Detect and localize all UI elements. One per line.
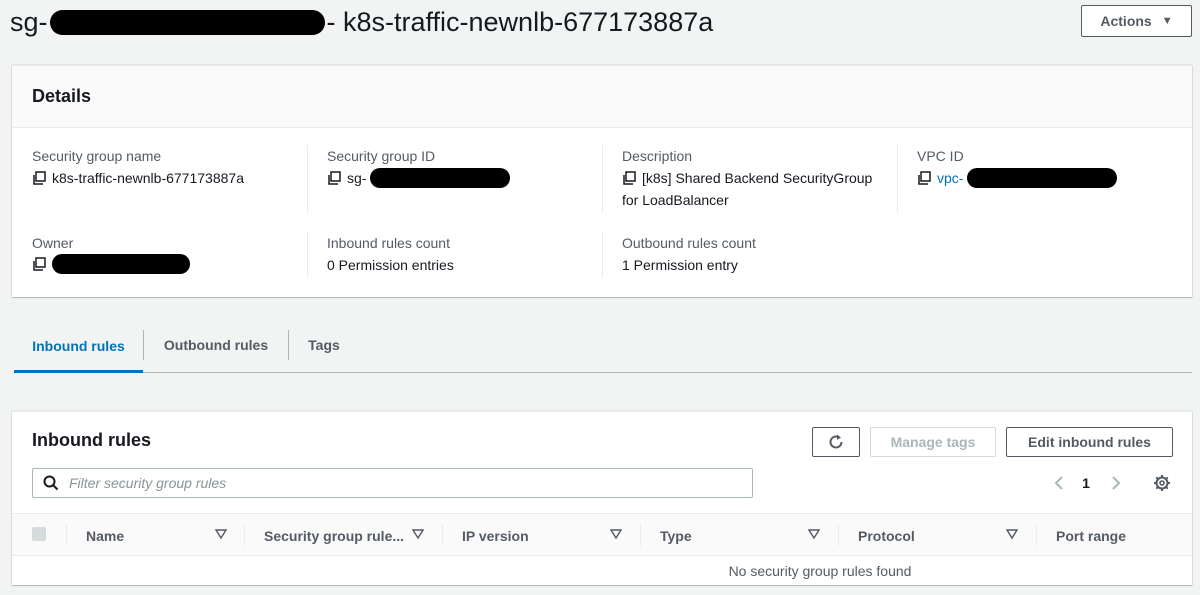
owner-field: Owner: [32, 232, 190, 274]
select-all-checkbox[interactable]: [32, 527, 46, 541]
page-title: sg- - k8s-traffic-newnlb-677173887a: [10, 4, 713, 40]
title-suffix: - k8s-traffic-newnlb-677173887a: [326, 6, 714, 37]
description-field: Description [k8s] Shared Backend Securit…: [622, 145, 872, 211]
page-number[interactable]: 1: [1076, 470, 1096, 496]
outbound-count-value: 1 Permission entry: [622, 257, 738, 273]
column-divider: [1036, 524, 1037, 546]
inbound-count-field: Inbound rules count 0 Permission entries: [327, 232, 454, 276]
empty-state-message: No security group rules found: [728, 563, 912, 579]
owner-label: Owner: [32, 235, 74, 251]
outbound-count-label: Outbound rules count: [622, 235, 756, 251]
copy-icon[interactable]: [622, 171, 636, 185]
vpc-id-link[interactable]: vpc-: [937, 167, 963, 189]
chevron-right-icon: [1112, 476, 1121, 490]
tab-inbound-rules[interactable]: Inbound rules: [14, 318, 143, 373]
sg-id-label: Security group ID: [327, 148, 436, 164]
redacted-block: [49, 9, 325, 35]
column-divider: [602, 145, 603, 213]
sg-name-value: k8s-traffic-newnlb-677173887a: [52, 170, 244, 186]
column-divider: [442, 524, 443, 546]
column-divider: [244, 524, 245, 546]
outbound-count-field: Outbound rules count 1 Permission entry: [622, 232, 756, 276]
sort-icon[interactable]: [610, 528, 622, 540]
redacted-block: [370, 168, 511, 188]
column-header-port-range[interactable]: Port range: [1056, 514, 1126, 557]
edit-inbound-rules-button[interactable]: Edit inbound rules: [1006, 427, 1173, 457]
sg-name-field: Security group name k8s-traffic-newnlb-6…: [32, 145, 244, 189]
copy-icon[interactable]: [32, 257, 46, 271]
search-input[interactable]: [69, 475, 709, 491]
inbound-count-value: 0 Permission entries: [327, 257, 454, 273]
redacted-block: [967, 168, 1118, 188]
column-divider: [307, 145, 308, 213]
next-page-button[interactable]: [1105, 470, 1127, 496]
tab-bar: Inbound rules Outbound rules Tags: [14, 318, 1192, 373]
column-divider: [838, 524, 839, 546]
search-field[interactable]: [32, 468, 753, 498]
actions-label: Actions: [1100, 13, 1152, 29]
inbound-count-label: Inbound rules count: [327, 235, 450, 251]
description-value-line2: for LoadBalancer: [622, 192, 729, 208]
copy-icon[interactable]: [327, 171, 341, 185]
table-header: Name Security group rule... IP version T…: [12, 513, 1192, 556]
details-header: Details: [12, 66, 1192, 128]
tab-outbound-rules[interactable]: Outbound rules: [144, 318, 288, 372]
copy-icon[interactable]: [917, 171, 931, 185]
inbound-rules-title: Inbound rules: [32, 430, 151, 450]
column-header-name[interactable]: Name: [86, 514, 124, 557]
column-divider: [897, 145, 898, 213]
tab-tags[interactable]: Tags: [289, 318, 359, 372]
sort-icon[interactable]: [1006, 528, 1018, 540]
column-divider: [640, 524, 641, 546]
column-header-type[interactable]: Type: [660, 514, 692, 557]
details-panel: Details Security group name k8s-traffic-…: [12, 65, 1192, 297]
column-divider: [602, 232, 603, 278]
description-label: Description: [622, 148, 693, 164]
inbound-rules-panel: Inbound rules Manage tags Edit inbound r…: [12, 411, 1192, 585]
column-header-security-group-rule[interactable]: Security group rule...: [264, 514, 404, 557]
copy-icon[interactable]: [32, 171, 46, 185]
sg-name-label: Security group name: [32, 148, 162, 164]
sg-id-prefix: sg-: [347, 170, 367, 186]
previous-page-button[interactable]: [1048, 470, 1070, 496]
refresh-button[interactable]: [812, 427, 860, 457]
gear-icon: [1154, 475, 1170, 491]
column-divider: [307, 232, 308, 278]
refresh-icon: [829, 434, 843, 449]
preferences-button[interactable]: [1150, 470, 1174, 496]
column-header-ip-version[interactable]: IP version: [462, 514, 529, 557]
vpc-id-field: VPC ID vpc-: [917, 145, 1118, 189]
redacted-block: [52, 254, 190, 274]
chevron-left-icon: [1054, 476, 1063, 490]
sg-id-field: Security group ID sg-: [327, 145, 511, 189]
column-header-protocol[interactable]: Protocol: [858, 514, 915, 557]
vpc-id-label: VPC ID: [917, 148, 964, 164]
description-value-line1: [k8s] Shared Backend SecurityGroup: [642, 170, 873, 186]
title-prefix: sg-: [10, 6, 48, 37]
column-divider: [66, 524, 67, 546]
caret-down-icon: ▼: [1161, 15, 1173, 27]
search-icon: [43, 475, 59, 491]
details-title: Details: [32, 86, 92, 106]
sort-icon[interactable]: [808, 528, 820, 540]
sort-icon[interactable]: [412, 528, 424, 540]
manage-tags-button[interactable]: Manage tags: [870, 427, 996, 457]
sort-icon[interactable]: [215, 528, 227, 540]
actions-button[interactable]: Actions ▼: [1081, 5, 1192, 37]
